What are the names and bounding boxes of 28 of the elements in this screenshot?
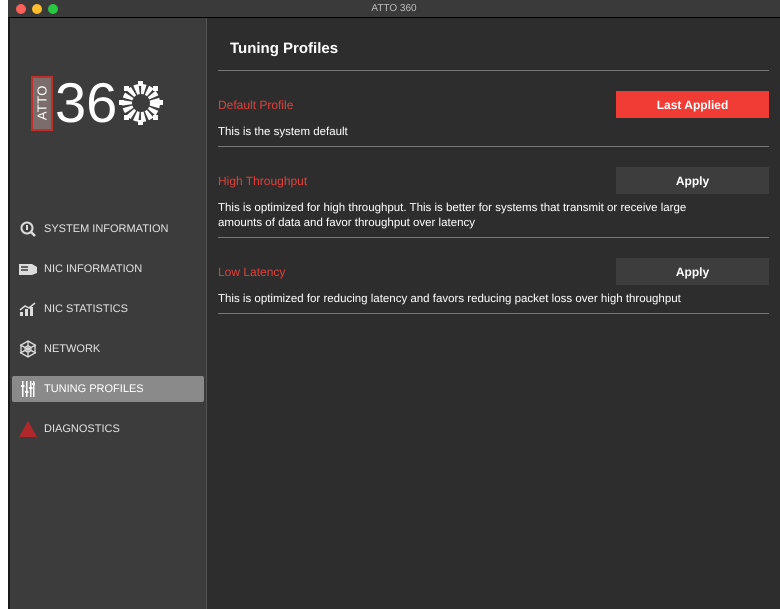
profile-name: Low Latency <box>218 264 286 280</box>
network-icon <box>19 340 37 358</box>
profile-name: Default Profile <box>218 96 294 114</box>
gear-icon <box>118 80 164 126</box>
logo-badge: ATTO <box>31 76 53 130</box>
page-title: Tuning Profiles <box>230 40 338 57</box>
last-applied-button[interactable]: Last Applied <box>616 91 769 118</box>
chart-icon <box>19 302 37 316</box>
apply-button[interactable]: Apply <box>616 258 769 285</box>
warning-icon <box>19 421 37 437</box>
close-icon[interactable] <box>16 4 26 14</box>
apply-button[interactable]: Apply <box>616 167 769 194</box>
profile-name: High Throughput <box>218 172 308 190</box>
search-icon <box>20 221 36 237</box>
profile-description: This is the system default <box>218 125 349 140</box>
zoom-icon[interactable] <box>48 4 58 14</box>
sliders-icon <box>21 381 35 397</box>
logo-text: 36 <box>55 75 118 131</box>
nav-item[interactable]: NIC STATISTICS <box>12 296 204 322</box>
profile-description: This is optimized for high throughput. This is better for systems that transmit or receive large amounts of data and favor throughput over latency <box>218 201 688 231</box>
nav-item[interactable]: DIAGNOSTICS <box>12 416 204 442</box>
profile-description: This is optimized for reducing latency and favors reducing packet loss over high throughput <box>218 292 682 307</box>
minimize-icon[interactable] <box>32 4 42 14</box>
nav-item[interactable]: SYSTEM INFORMATION <box>12 216 204 242</box>
nav-item[interactable]: NIC INFORMATION <box>12 256 204 282</box>
nav-item[interactable]: NETWORK <box>12 336 204 362</box>
window-title: ATTO 360 <box>371 2 417 16</box>
card-icon <box>18 262 38 276</box>
